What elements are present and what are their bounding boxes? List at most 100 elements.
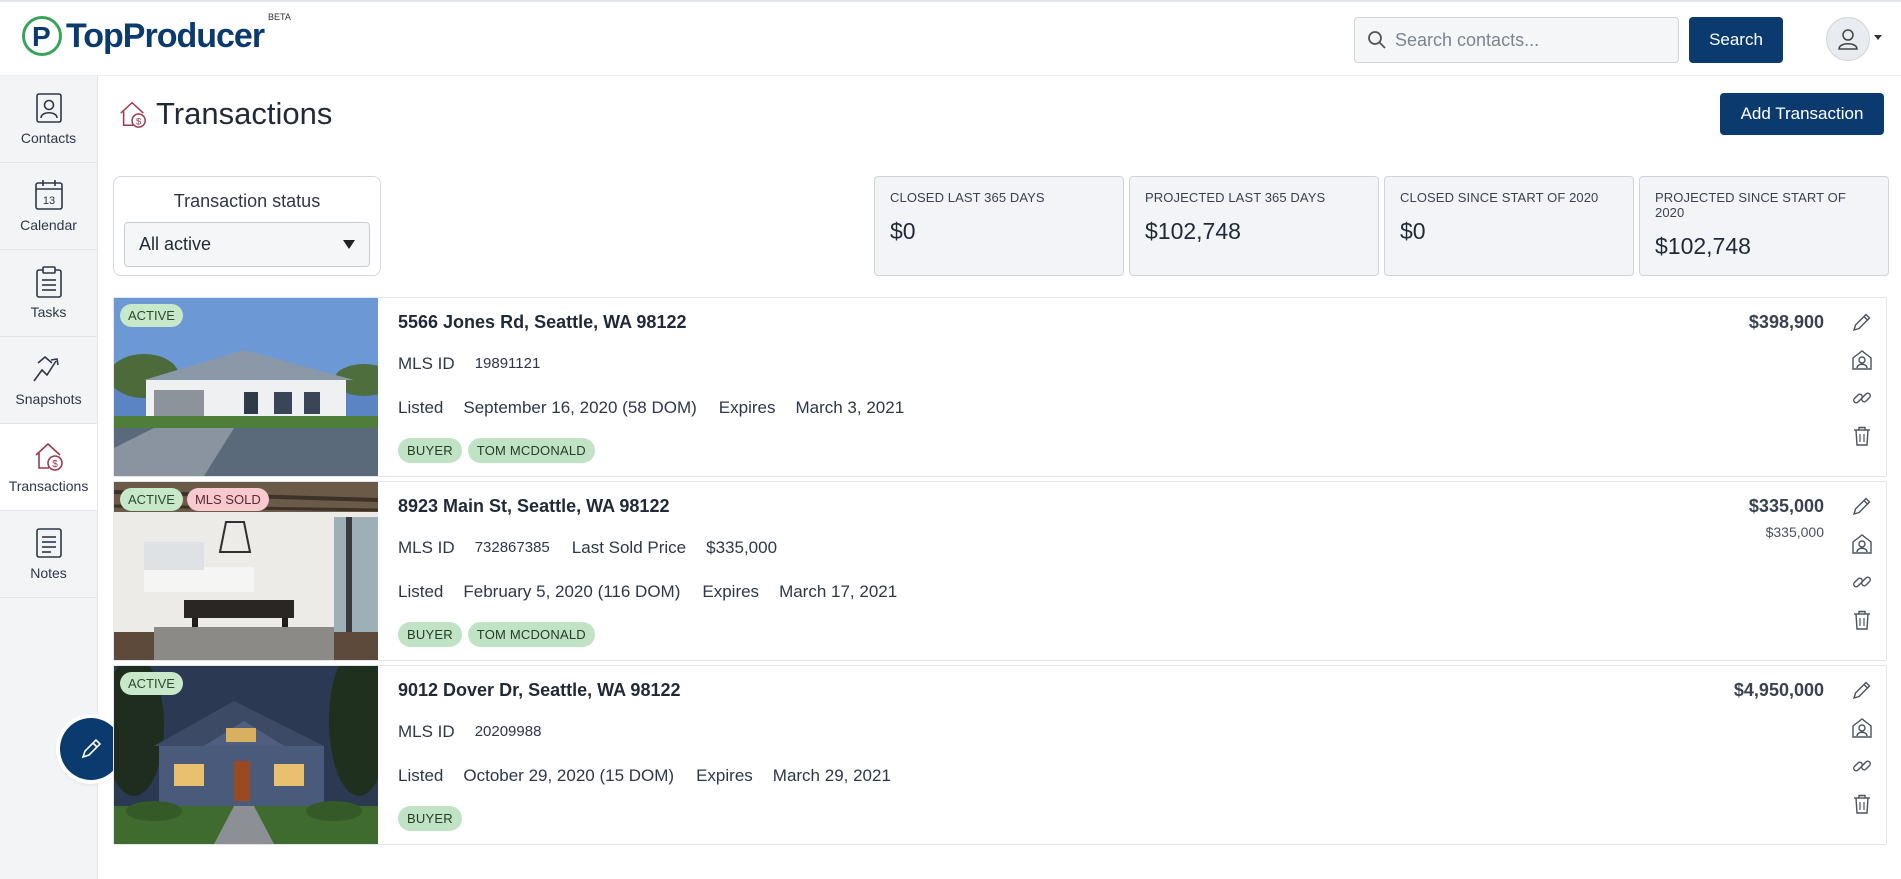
property-photo[interactable]: ACTIVE (114, 666, 378, 844)
link-button[interactable] (1848, 568, 1876, 596)
delete-button[interactable] (1848, 790, 1876, 818)
contact-card-icon (1852, 350, 1872, 370)
contacts-icon (35, 93, 62, 123)
stat-label: PROJECTED SINCE START OF 2020 (1655, 190, 1846, 220)
calendar-day: 13 (42, 195, 54, 207)
sidebar-item-calendar[interactable]: 13 Calendar (0, 163, 97, 250)
tag-group: BUYER TOM MCDONALD (398, 438, 595, 463)
transactions-icon: $ (34, 442, 63, 471)
stat-value: $102,748 (1145, 218, 1241, 244)
link-button[interactable] (1848, 752, 1876, 780)
listing-row: Listed February 5, 2020 (116 DOM) Expire… (398, 582, 919, 602)
stat-closed-last-365: CLOSED LAST 365 DAYS $0 (874, 176, 1124, 276)
expires-label: Expires (702, 582, 760, 601)
tag-group: BUYER (398, 806, 462, 831)
listed-value: February 5, 2020 (116 DOM) (463, 582, 681, 601)
add-transaction-button[interactable]: Add Transaction (1720, 93, 1884, 135)
last-sold-price-value: $335,000 (706, 538, 778, 557)
listed-label: Listed (398, 766, 444, 785)
mls-id-value: 20209988 (474, 723, 542, 740)
snapshots-icon (32, 355, 59, 382)
transaction-status-filter: Transaction status All active (113, 176, 381, 276)
trash-icon (1854, 794, 1870, 814)
trash-icon (1854, 426, 1870, 446)
page-heading: Transactions (156, 96, 333, 131)
action-group (1848, 676, 1876, 828)
edit-button[interactable] (1848, 308, 1876, 336)
link-icon (1853, 760, 1871, 772)
mls-id-label: MLS ID (398, 722, 455, 741)
stat-label: CLOSED SINCE START OF 2020 (1400, 190, 1599, 205)
link-button[interactable] (1848, 384, 1876, 412)
status-badge: ACTIVE (120, 488, 183, 511)
search-button[interactable]: Search (1689, 17, 1783, 63)
sidebar-item-label: Contacts (20, 130, 77, 146)
property-photo[interactable]: ACTIVE (114, 298, 378, 476)
filter-label: Transaction status (173, 191, 321, 211)
link-icon (1853, 392, 1871, 404)
contacts-button[interactable] (1848, 530, 1876, 558)
sidebar-item-contacts[interactable]: Contacts (0, 76, 97, 163)
logo[interactable]: P TopProducer BETA (22, 12, 291, 56)
action-group (1848, 492, 1876, 644)
trash-icon (1854, 610, 1870, 630)
sidebar-item-notes[interactable]: Notes (0, 511, 97, 598)
status-select[interactable]: All active (124, 222, 370, 267)
last-sold-price-label: Last Sold Price (571, 538, 687, 557)
contact-chip[interactable]: TOM MCDONALD (467, 622, 595, 647)
stat-projected-since-2020: PROJECTED SINCE START OF 2020 $102,748 (1639, 176, 1889, 276)
sidebar-item-snapshots[interactable]: Snapshots (0, 337, 97, 424)
sub-price: $335,000 (1765, 524, 1824, 540)
property-address[interactable]: 5566 Jones Rd, Seattle, WA 98122 (398, 312, 686, 333)
sidebar-item-tasks[interactable]: Tasks (0, 250, 97, 337)
contacts-button[interactable] (1848, 714, 1876, 742)
transaction-card[interactable]: ACTIVE 9012 Dover Dr, Seattle, WA 98122 … (113, 665, 1887, 845)
user-icon (1838, 29, 1858, 50)
mls-row: MLS ID 19891121 (398, 354, 562, 374)
search-input[interactable] (1395, 29, 1665, 51)
main-content: $ Transactions Add Transaction Transacti… (98, 76, 1901, 879)
role-chip[interactable]: BUYER (398, 806, 462, 831)
transactions-icon: $ (120, 101, 146, 128)
listing-row: Listed October 29, 2020 (15 DOM) Expires… (398, 766, 913, 786)
delete-button[interactable] (1848, 422, 1876, 450)
stat-value: $102,748 (1655, 233, 1751, 259)
sidebar-item-transactions[interactable]: $ Transactions (0, 424, 97, 511)
stat-projected-last-365: PROJECTED LAST 365 DAYS $102,748 (1129, 176, 1379, 276)
edit-button[interactable] (1848, 676, 1876, 704)
expires-label: Expires (696, 766, 753, 785)
property-photo[interactable]: ACTIVE MLS SOLD (114, 482, 378, 660)
caret-down-icon (343, 240, 355, 249)
top-bar: P TopProducer BETA Search (0, 0, 1901, 76)
pencil-icon (1852, 681, 1871, 700)
sidebar-item-label: Transactions (8, 478, 89, 494)
expires-label: Expires (718, 398, 776, 417)
chevron-down-icon[interactable] (1874, 35, 1882, 40)
delete-button[interactable] (1848, 606, 1876, 634)
svg-text:$: $ (52, 459, 58, 470)
avatar[interactable] (1826, 17, 1870, 61)
role-chip[interactable]: BUYER (398, 622, 462, 647)
status-badge: ACTIVE (120, 304, 183, 327)
contacts-button[interactable] (1848, 346, 1876, 374)
mls-id-value: 732867385 (474, 539, 550, 556)
property-address[interactable]: 8923 Main St, Seattle, WA 98122 (398, 496, 669, 517)
mls-row: MLS ID 20209988 (398, 722, 563, 742)
edit-button[interactable] (1848, 492, 1876, 520)
transaction-card[interactable]: ACTIVE 5566 Jones Rd, Seattle, WA 98122 … (113, 297, 1887, 477)
expires-value: March 17, 2021 (779, 582, 898, 601)
transaction-card[interactable]: ACTIVE MLS SOLD 8923 Main St, Seattle, W… (113, 481, 1887, 661)
tasks-icon (35, 266, 62, 298)
action-group (1848, 308, 1876, 460)
beta-label: BETA (268, 12, 291, 22)
mls-id-value: 19891121 (474, 355, 541, 372)
role-chip[interactable]: BUYER (398, 438, 462, 463)
contact-chip[interactable]: TOM MCDONALD (467, 438, 595, 463)
property-address[interactable]: 9012 Dover Dr, Seattle, WA 98122 (398, 680, 681, 701)
sidebar-item-label: Notes (30, 565, 67, 581)
logo-icon: P (22, 16, 62, 56)
search-icon (1368, 31, 1386, 49)
mls-sold-badge: MLS SOLD (186, 488, 269, 511)
contact-card-icon (1852, 534, 1872, 554)
badge-group: ACTIVE (120, 672, 183, 695)
